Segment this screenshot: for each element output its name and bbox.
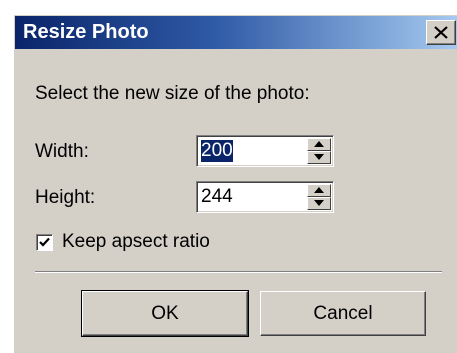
height-value[interactable]: 244	[201, 186, 233, 208]
width-spin-buttons	[307, 138, 331, 164]
cancel-button[interactable]: Cancel	[260, 291, 426, 336]
checkmark-icon	[39, 237, 50, 247]
width-value[interactable]: 200	[201, 140, 233, 162]
height-increment-button[interactable]	[307, 184, 331, 197]
arrow-down-icon	[314, 200, 324, 206]
instruction-text: Select the new size of the photo:	[35, 83, 310, 104]
resize-photo-dialog: Resize Photo Select the new size of the …	[13, 14, 457, 353]
keep-aspect-ratio-label[interactable]: Keep apsect ratio	[62, 231, 210, 253]
dialog-title: Resize Photo	[23, 21, 149, 43]
width-label: Width:	[35, 141, 89, 162]
arrow-up-icon	[314, 187, 324, 193]
height-spin-buttons	[307, 184, 331, 210]
arrow-down-icon	[314, 154, 324, 160]
width-increment-button[interactable]	[307, 138, 331, 151]
width-spinbox[interactable]: 200	[196, 135, 334, 167]
keep-aspect-ratio-checkbox[interactable]	[36, 234, 53, 251]
height-spinbox[interactable]: 244	[196, 181, 334, 213]
height-label: Height:	[35, 187, 96, 208]
arrow-up-icon	[314, 141, 324, 147]
ok-button[interactable]: OK	[81, 290, 249, 337]
close-button[interactable]	[426, 20, 456, 45]
separator	[35, 271, 442, 273]
title-bar[interactable]: Resize Photo	[15, 16, 457, 49]
close-icon	[434, 26, 448, 39]
height-decrement-button[interactable]	[307, 197, 331, 210]
width-decrement-button[interactable]	[307, 151, 331, 164]
